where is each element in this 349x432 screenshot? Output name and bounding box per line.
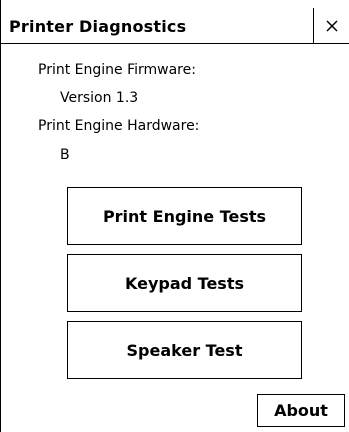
printer-diagnostics-window: Printer Diagnostics Print Engine Firmwar… (0, 0, 349, 432)
title-bar: Printer Diagnostics (1, 8, 349, 44)
hardware-label: Print Engine Hardware: (38, 118, 200, 134)
close-icon (325, 20, 338, 32)
about-button[interactable]: About (257, 394, 345, 427)
firmware-value: Version 1.3 (60, 90, 139, 106)
keypad-tests-button[interactable]: Keypad Tests (67, 254, 302, 312)
window-title: Printer Diagnostics (9, 17, 187, 36)
hardware-value: B (60, 147, 70, 163)
close-button[interactable] (313, 8, 349, 44)
firmware-label: Print Engine Firmware: (38, 62, 196, 78)
speaker-test-button[interactable]: Speaker Test (67, 321, 302, 379)
print-engine-tests-button[interactable]: Print Engine Tests (67, 187, 302, 245)
